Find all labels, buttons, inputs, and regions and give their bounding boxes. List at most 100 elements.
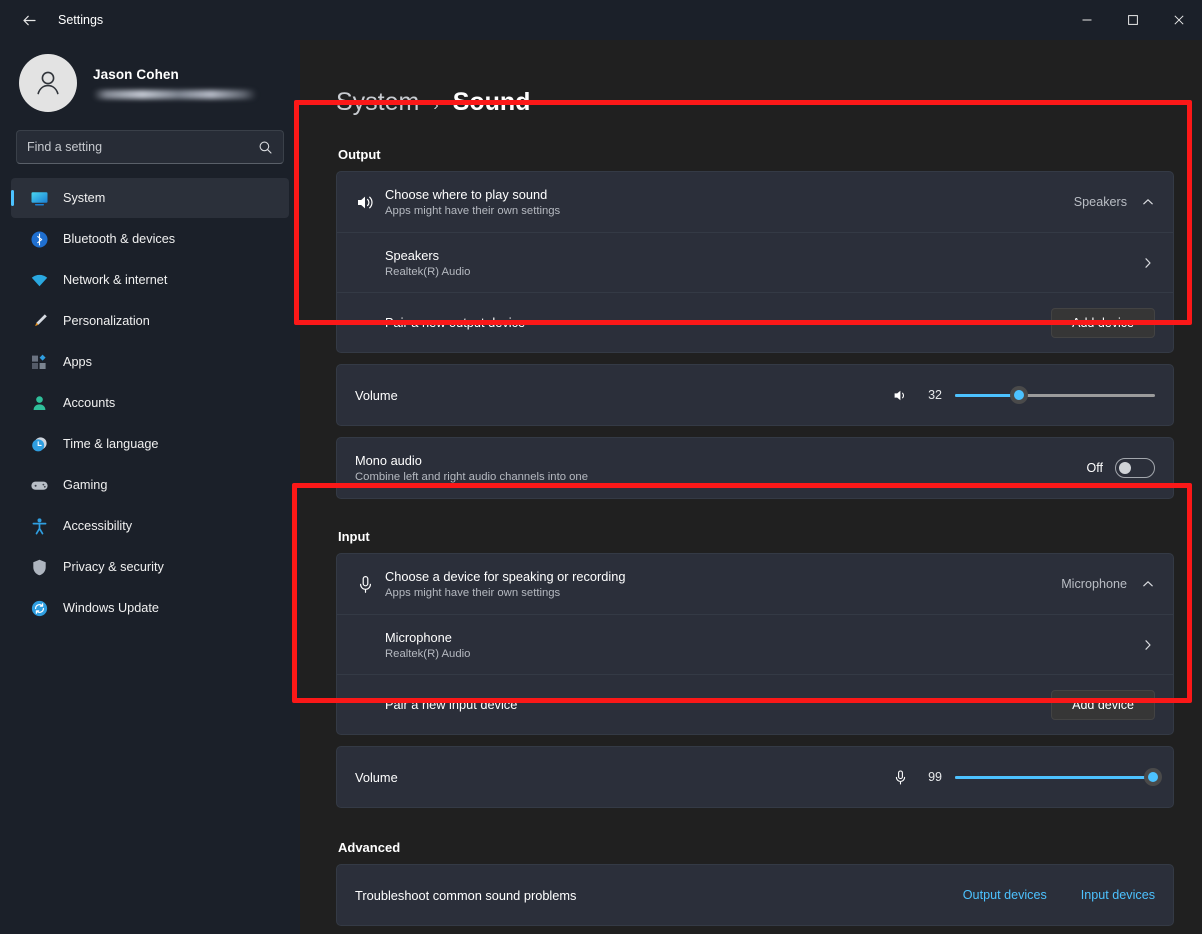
breadcrumb-separator: › — [433, 97, 438, 115]
output-volume-text: Volume — [355, 388, 892, 403]
slider-thumb[interactable] — [1010, 386, 1028, 404]
microphone-icon[interactable] — [892, 769, 909, 786]
bluetooth-icon — [29, 229, 49, 249]
minimize-button[interactable] — [1064, 0, 1110, 40]
output-volume-slider-wrap: 32 — [892, 386, 1155, 404]
mono-audio-row: Mono audio Combine left and right audio … — [337, 438, 1173, 498]
output-selected-device: Speakers — [1074, 195, 1127, 209]
search-icon — [258, 140, 273, 155]
breadcrumb-parent[interactable]: System — [336, 88, 419, 117]
sidebar-item-label: Accounts — [63, 396, 115, 410]
sidebar-item-label: Privacy & security — [63, 560, 164, 574]
app-shell: Jason Cohen — [0, 40, 1202, 934]
slider-thumb[interactable] — [1144, 768, 1162, 786]
input-volume-value: 99 — [922, 770, 942, 784]
output-pair-title: Pair a new output device — [385, 315, 1051, 330]
output-choose-text: Choose where to play sound Apps might ha… — [385, 187, 1074, 217]
speaker-icon[interactable] — [892, 387, 909, 404]
person-icon — [31, 66, 65, 100]
paintbrush-icon — [29, 311, 49, 331]
search-box[interactable] — [16, 130, 284, 164]
chevron-up-icon[interactable] — [1141, 577, 1155, 591]
slider-fill — [955, 776, 1153, 779]
input-pair-row: Pair a new input device Add device — [337, 674, 1173, 734]
sidebar-item-gaming[interactable]: Gaming — [11, 465, 289, 505]
sidebar-item-bluetooth-and-devices[interactable]: Bluetooth & devices — [11, 219, 289, 259]
input-choose-row[interactable]: Choose a device for speaking or recordin… — [337, 554, 1173, 614]
output-card: Choose where to play sound Apps might ha… — [336, 171, 1174, 353]
profile-name: Jason Cohen — [93, 67, 257, 82]
sidebar-item-accounts[interactable]: Accounts — [11, 383, 289, 423]
sidebar-item-accessibility[interactable]: Accessibility — [11, 506, 289, 546]
output-volume-value: 32 — [922, 388, 942, 402]
user-profile[interactable]: Jason Cohen — [11, 40, 289, 128]
input-device-row[interactable]: Microphone Realtek(R) Audio — [337, 614, 1173, 674]
input-selected-device: Microphone — [1061, 577, 1127, 591]
speaker-icon — [355, 192, 385, 213]
wifi-icon — [29, 270, 49, 290]
output-choose-subtitle: Apps might have their own settings — [385, 205, 1074, 217]
troubleshoot-link-group: Output devices Input devices — [963, 888, 1155, 902]
sidebar-item-label: Bluetooth & devices — [63, 232, 175, 246]
input-choose-text: Choose a device for speaking or recordin… — [385, 569, 1061, 599]
input-volume-slider[interactable] — [955, 768, 1155, 786]
input-device-text: Microphone Realtek(R) Audio — [385, 630, 1141, 660]
sidebar-item-label: Time & language — [63, 437, 158, 451]
microphone-icon — [355, 574, 385, 595]
sidebar-item-network-and-internet[interactable]: Network & internet — [11, 260, 289, 300]
sidebar-item-label: Network & internet — [63, 273, 167, 287]
sidebar-item-time-and-language[interactable]: Time & language — [11, 424, 289, 464]
output-device-row[interactable]: Speakers Realtek(R) Audio — [337, 232, 1173, 292]
sidebar-item-privacy-and-security[interactable]: Privacy & security — [11, 547, 289, 587]
troubleshoot-text: Troubleshoot common sound problems — [355, 888, 963, 903]
input-add-device-button[interactable]: Add device — [1051, 690, 1155, 720]
search-input[interactable] — [27, 140, 258, 154]
mono-audio-toggle[interactable] — [1115, 458, 1155, 478]
output-device-title: Speakers — [385, 248, 1141, 263]
sidebar-item-windows-update[interactable]: Windows Update — [11, 588, 289, 628]
troubleshoot-output-devices-link[interactable]: Output devices — [963, 888, 1047, 902]
sidebar-item-label: Windows Update — [63, 601, 159, 615]
sidebar-item-system[interactable]: System — [11, 178, 289, 218]
input-volume-card: Volume 99 — [336, 746, 1174, 808]
maximize-button[interactable] — [1110, 0, 1156, 40]
apps-icon — [29, 352, 49, 372]
sidebar-item-label: Accessibility — [63, 519, 132, 533]
sidebar-item-label: Gaming — [63, 478, 107, 492]
troubleshoot-input-devices-link[interactable]: Input devices — [1081, 888, 1155, 902]
output-device-subtitle: Realtek(R) Audio — [385, 266, 1141, 278]
output-volume-slider[interactable] — [955, 386, 1155, 404]
output-add-device-button[interactable]: Add device — [1051, 308, 1155, 338]
output-volume-label: Volume — [355, 388, 892, 403]
mono-audio-state: Off — [1087, 461, 1103, 475]
settings-window: Settings — [0, 0, 1202, 934]
chevron-right-icon[interactable] — [1141, 638, 1155, 652]
output-section-label: Output — [336, 139, 1174, 171]
gamepad-icon — [29, 475, 49, 495]
output-volume-card: Volume 32 — [336, 364, 1174, 426]
output-device-text: Speakers Realtek(R) Audio — [385, 248, 1141, 278]
troubleshoot-links: Output devices Input devices — [963, 888, 1155, 902]
mono-audio-toggle-wrap: Off — [1087, 458, 1155, 478]
close-icon — [1173, 14, 1185, 26]
chevron-up-icon[interactable] — [1141, 195, 1155, 209]
sidebar: Jason Cohen — [0, 40, 300, 934]
input-volume-slider-wrap: 99 — [892, 768, 1155, 786]
close-button[interactable] — [1156, 0, 1202, 40]
chevron-right-icon[interactable] — [1141, 256, 1155, 270]
back-arrow-icon — [21, 12, 38, 29]
sidebar-item-personalization[interactable]: Personalization — [11, 301, 289, 341]
advanced-section-label: Advanced — [336, 832, 1174, 864]
input-pair-title: Pair a new input device — [385, 697, 1051, 712]
back-button[interactable] — [14, 5, 44, 35]
input-choose-subtitle: Apps might have their own settings — [385, 587, 1061, 599]
sidebar-item-apps[interactable]: Apps — [11, 342, 289, 382]
output-pair-row: Pair a new output device Add device — [337, 292, 1173, 352]
account-icon — [29, 393, 49, 413]
accessibility-icon — [29, 516, 49, 536]
output-choose-row[interactable]: Choose where to play sound Apps might ha… — [337, 172, 1173, 232]
output-choose-right: Speakers — [1074, 195, 1155, 209]
output-volume-row: Volume 32 — [337, 365, 1173, 425]
avatar — [19, 54, 77, 112]
input-choose-title: Choose a device for speaking or recordin… — [385, 569, 1061, 584]
